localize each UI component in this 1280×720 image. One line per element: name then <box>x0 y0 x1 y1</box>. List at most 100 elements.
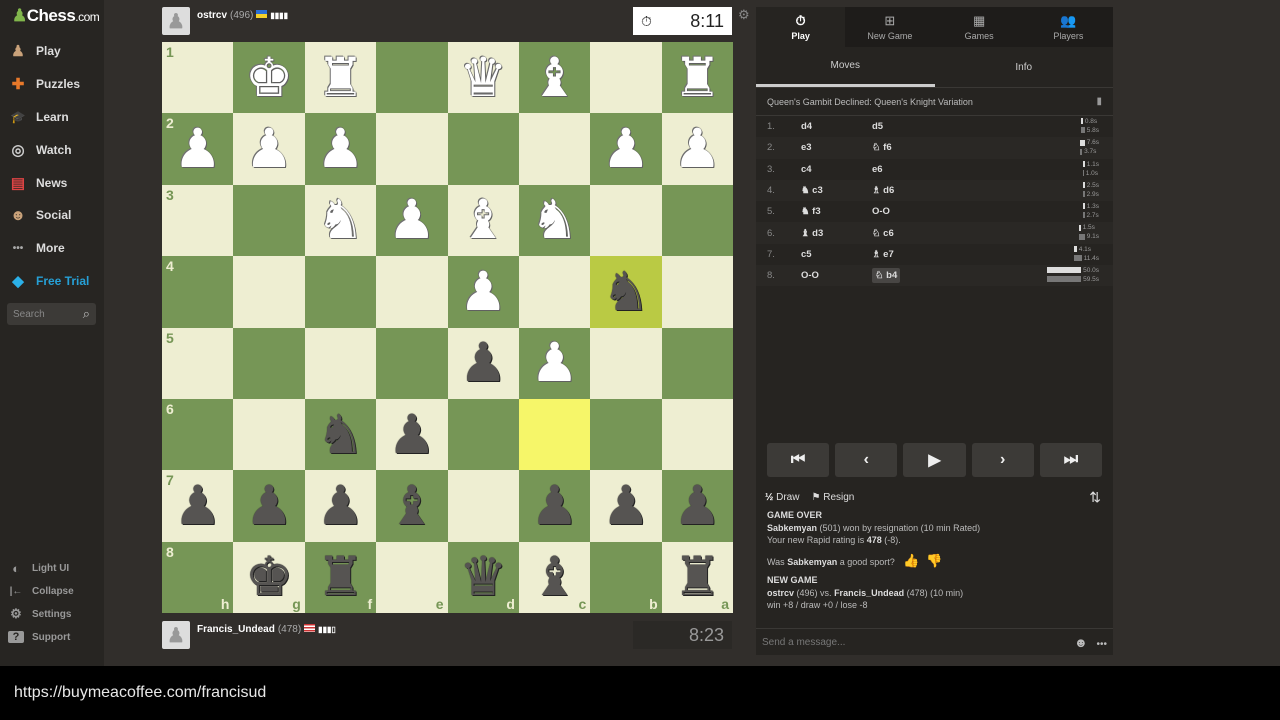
square-a5[interactable] <box>661 327 733 399</box>
square-g1[interactable]: ♚ <box>233 42 305 114</box>
square-f7[interactable]: ♟ <box>304 470 377 542</box>
square-e8[interactable]: e <box>376 541 448 613</box>
play-button[interactable]: ▶ <box>903 443 966 477</box>
tab-play[interactable]: ⏱ Play <box>756 7 846 47</box>
square-d4[interactable]: ♟ <box>447 256 519 328</box>
square-d5[interactable]: ♟ <box>447 327 519 399</box>
thumbs-down-icon[interactable]: 👎 <box>926 553 942 568</box>
square-c6[interactable] <box>518 398 591 471</box>
white-pawn-piece[interactable]: ♟ <box>245 122 293 176</box>
settings-link[interactable]: ⚙ Settings <box>8 604 71 624</box>
search-icon[interactable]: ⌕ <box>83 306 90 322</box>
emoji-icon[interactable]: ☻ <box>1074 635 1088 650</box>
black-knight-piece[interactable]: ♞ <box>316 407 364 462</box>
square-a4[interactable] <box>661 256 733 328</box>
square-f6[interactable]: ♞ <box>304 398 377 471</box>
white-rook-piece[interactable]: ♜ <box>673 50 721 105</box>
square-a6[interactable] <box>661 398 733 471</box>
black-move[interactable]: ♘ f6 <box>872 142 943 153</box>
square-d6[interactable] <box>447 398 519 471</box>
first-move-button[interactable]: ⏮ <box>767 443 830 477</box>
square-h4[interactable]: 4 <box>162 256 234 328</box>
bottom-player[interactable]: ♟ Francis_Undead (478) ▮▮▮▯ <box>162 621 336 649</box>
square-d1[interactable]: ♛ <box>447 42 519 114</box>
collapse-button[interactable]: |← Collapse <box>8 581 74 601</box>
square-d7[interactable] <box>447 470 519 542</box>
nav-learn[interactable]: 🎓 Learn <box>8 104 100 130</box>
black-queen-piece[interactable]: ♛ <box>459 550 507 604</box>
square-h8[interactable]: 8h <box>162 541 234 613</box>
nav-free-trial[interactable]: ◆ Free Trial <box>8 268 100 294</box>
square-g3[interactable] <box>233 184 305 257</box>
black-move[interactable]: ♘ b4 <box>872 268 943 284</box>
thumbs-up-icon[interactable]: 👍 <box>903 553 919 568</box>
black-pawn-piece[interactable]: ♟ <box>245 478 293 533</box>
previous-move-button[interactable]: ‹ <box>835 443 898 477</box>
square-d3[interactable]: ♝ <box>447 184 519 257</box>
more-options-icon[interactable]: ••• <box>1096 639 1107 650</box>
square-e3[interactable]: ♟ <box>376 184 448 257</box>
black-rook-piece[interactable]: ♜ <box>673 550 721 604</box>
nav-more[interactable]: ••• More <box>8 235 100 261</box>
white-pawn-piece[interactable]: ♟ <box>673 122 721 176</box>
square-f2[interactable]: ♟ <box>304 113 377 185</box>
black-pawn-piece[interactable]: ♟ <box>388 407 436 462</box>
black-rook-piece[interactable]: ♜ <box>316 550 364 604</box>
resign-button[interactable]: ⚑ Resign <box>811 492 854 503</box>
square-h1[interactable]: 1 <box>162 42 234 114</box>
white-knight-piece[interactable]: ♞ <box>530 193 578 247</box>
nav-social[interactable]: ☻ Social <box>8 202 100 228</box>
square-h6[interactable]: 6 <box>162 398 234 471</box>
nav-play[interactable]: ♟ Play <box>8 38 100 64</box>
white-move[interactable]: ♞ c3 <box>801 185 872 196</box>
square-a8[interactable]: a ♜ <box>661 541 733 613</box>
black-bishop-piece[interactable]: ♝ <box>388 478 436 533</box>
tab-games[interactable]: ▦ Games <box>935 7 1024 47</box>
search-input[interactable]: Search ⌕ <box>7 303 96 325</box>
black-knight-piece[interactable]: ♞ <box>602 264 650 319</box>
white-move[interactable]: c5 <box>801 249 872 260</box>
square-h2[interactable]: 2 ♟ <box>162 113 234 185</box>
black-pawn-piece[interactable]: ♟ <box>173 478 221 533</box>
white-pawn-piece[interactable]: ♟ <box>459 264 507 319</box>
square-h7[interactable]: 7 ♟ <box>162 470 234 542</box>
white-move[interactable]: c4 <box>801 164 872 175</box>
square-d8[interactable]: d ♛ <box>447 541 519 613</box>
message-input[interactable]: Send a message... ☻ ••• <box>756 628 1113 655</box>
square-a2[interactable]: ♟ <box>661 113 733 185</box>
nav-puzzles[interactable]: ✚ Puzzles <box>8 71 100 97</box>
square-b6[interactable] <box>590 398 662 471</box>
square-e5[interactable] <box>376 327 448 399</box>
square-b4[interactable]: ♞ <box>590 256 662 328</box>
tab-players[interactable]: 👥 Players <box>1024 7 1113 47</box>
square-f5[interactable] <box>304 327 377 399</box>
tab-new-game[interactable]: ⊞ New Game <box>845 7 934 47</box>
white-bishop-piece[interactable]: ♝ <box>530 50 578 105</box>
square-e4[interactable] <box>376 256 448 328</box>
nav-news[interactable]: ▤ News <box>8 170 100 196</box>
square-f3[interactable]: ♞ <box>304 184 377 257</box>
chess-board[interactable]: 1 ♚ ♜ ♛ ♝ ♜ 2 ♟ ♟ ♟ ♟ ♟ 3 ♞ ♟ ♝ ♞ 4 ♟ ♞ 5 ♟ ♟ 6 ♞ ♟ 7 ♟ ♟ ♟ ♝ ♟ ♟ ♟ 8 h g ♚ f ♜… <box>162 42 733 613</box>
subtab-info[interactable]: Info <box>935 47 1114 87</box>
chess-com-logo[interactable]: ♟Chess.com <box>12 6 100 26</box>
subtab-moves[interactable]: Moves <box>756 47 935 87</box>
board-settings-gear-icon[interactable]: ⚙ <box>738 7 750 23</box>
black-king-piece[interactable]: ♚ <box>245 550 293 604</box>
square-f4[interactable] <box>304 256 377 328</box>
square-c3[interactable]: ♞ <box>518 184 591 257</box>
square-g2[interactable]: ♟ <box>233 113 305 185</box>
white-move[interactable]: O-O <box>801 270 872 281</box>
draw-button[interactable]: ½ Draw <box>765 492 799 503</box>
square-e7[interactable]: ♝ <box>376 470 448 542</box>
square-g7[interactable]: ♟ <box>233 470 305 542</box>
trash-icon[interactable]: ▮ <box>1096 96 1102 107</box>
square-c7[interactable]: ♟ <box>518 470 591 542</box>
top-player[interactable]: ♟ ostrcv (496) ▮▮▮▮ <box>162 7 288 35</box>
white-pawn-piece[interactable]: ♟ <box>388 193 436 247</box>
black-pawn-piece[interactable]: ♟ <box>602 478 650 533</box>
square-a1[interactable]: ♜ <box>661 42 733 114</box>
black-move[interactable]: O-O <box>872 206 943 217</box>
square-b7[interactable]: ♟ <box>590 470 662 542</box>
black-pawn-piece[interactable]: ♟ <box>459 336 507 390</box>
black-pawn-piece[interactable]: ♟ <box>673 478 721 533</box>
